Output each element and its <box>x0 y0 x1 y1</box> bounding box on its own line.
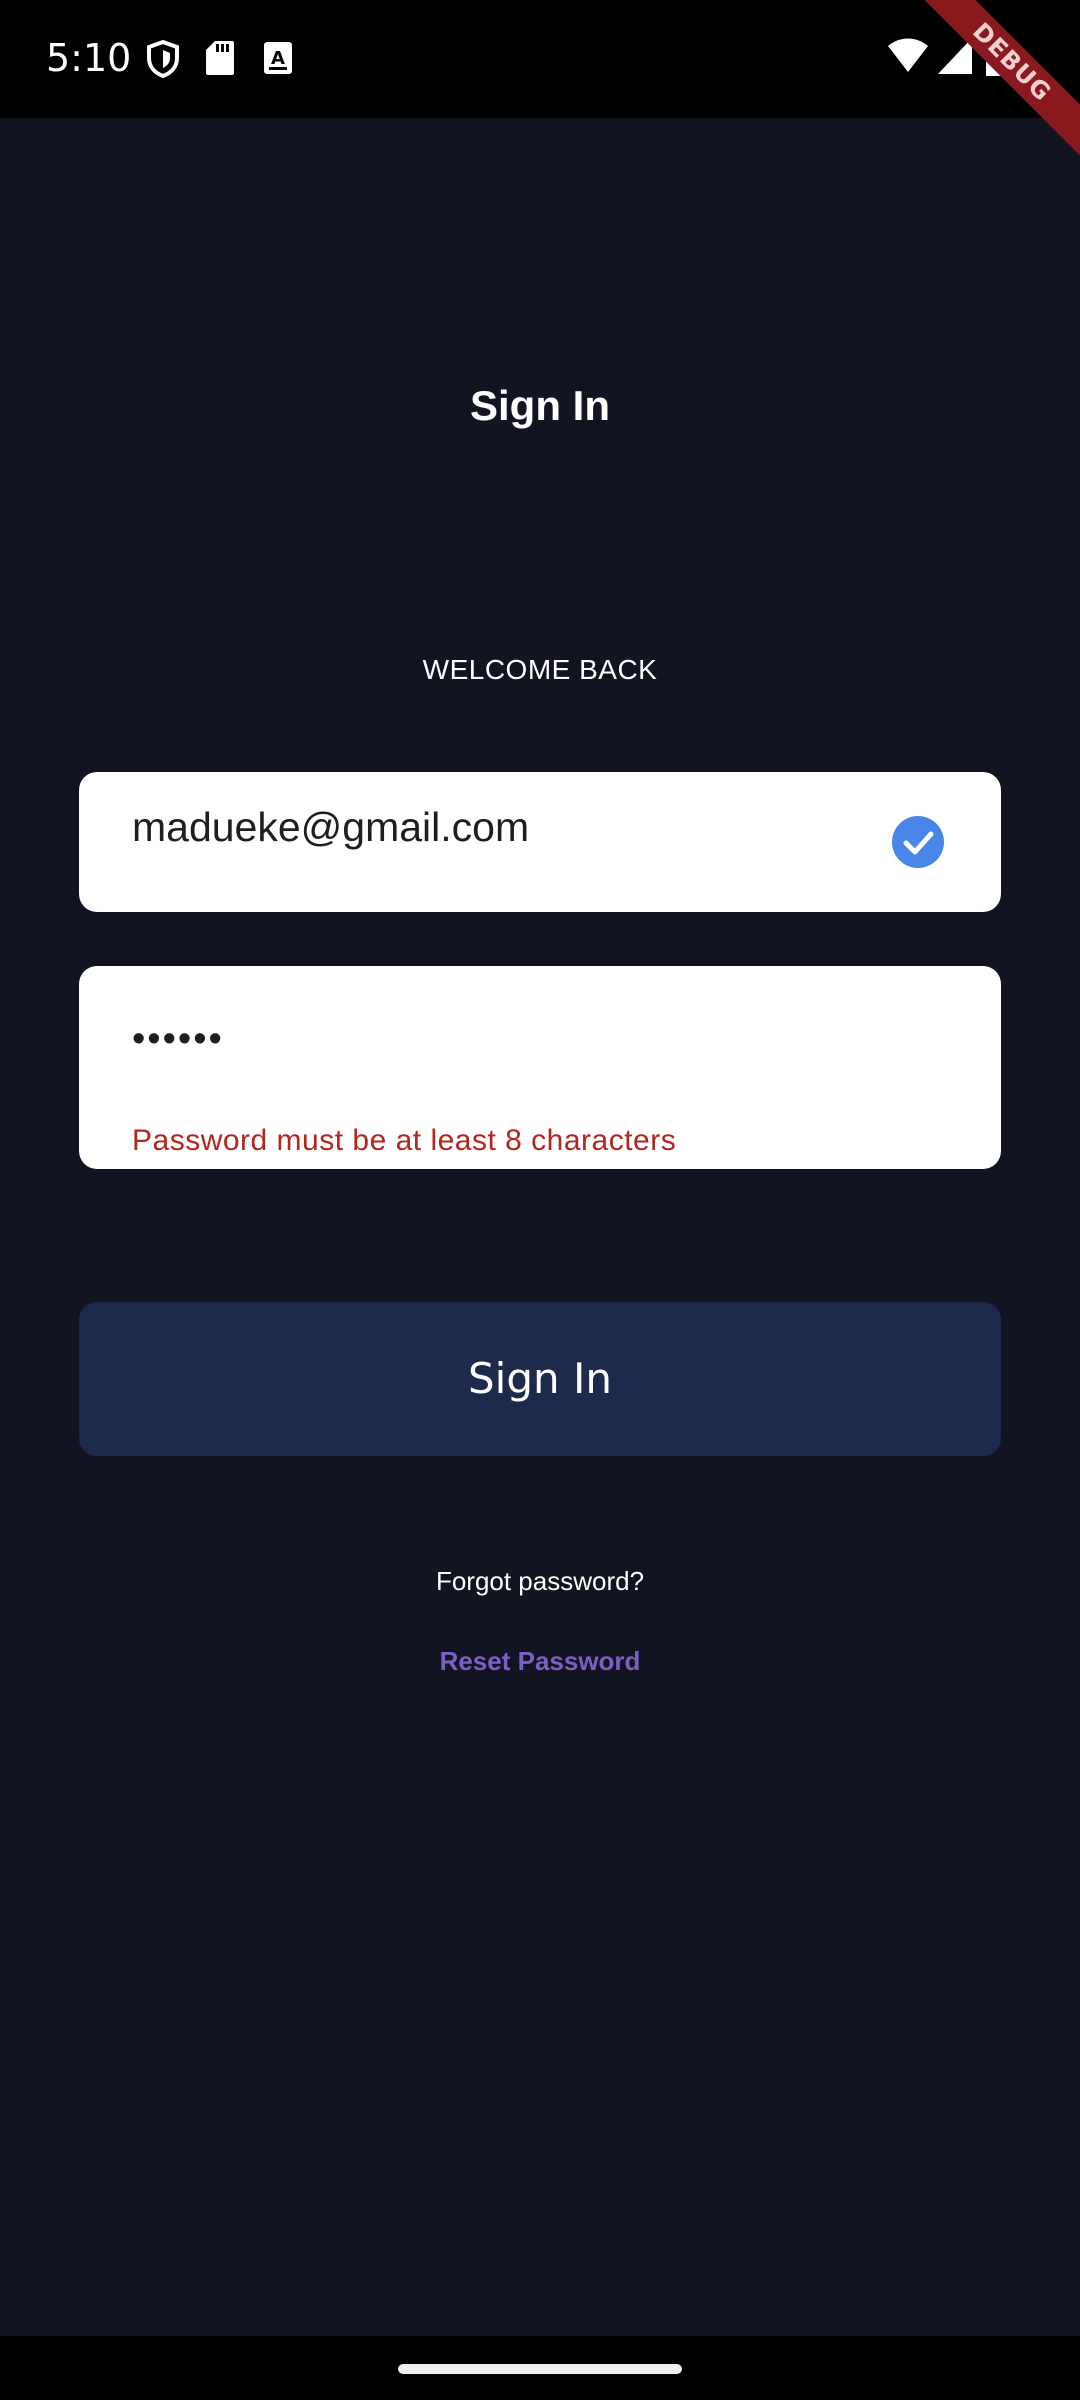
navigation-bar <box>0 2336 1080 2400</box>
password-value[interactable]: •••••• <box>132 1018 224 1061</box>
forgot-password-text: Forgot password? <box>435 1566 645 1596</box>
welcome-text: WELCOME BACK <box>422 654 658 685</box>
check-circle-icon <box>892 816 944 868</box>
sign-in-screen: 5:10 A DEBUG Sign In WELCOME BACK maduek… <box>0 0 1080 2400</box>
a-box-icon: A <box>264 42 292 74</box>
debug-banner-label: DEBUG <box>920 0 1080 160</box>
status-time: 5:10 <box>46 36 132 80</box>
password-field[interactable]: •••••• Password must be at least 8 chara… <box>79 966 1001 1169</box>
email-value[interactable]: madueke@gmail.com <box>132 804 529 851</box>
home-indicator[interactable] <box>398 2364 682 2374</box>
debug-banner: DEBUG <box>920 0 1080 160</box>
sd-card-icon <box>206 41 234 75</box>
status-bar: 5:10 A <box>0 0 1080 118</box>
page-title: Sign In <box>470 382 610 429</box>
svg-text:A: A <box>271 48 285 69</box>
sign-in-button[interactable]: Sign In <box>79 1302 1001 1456</box>
shield-icon <box>147 40 179 78</box>
reset-password-link[interactable]: Reset Password <box>0 1646 1080 1677</box>
email-field[interactable]: madueke@gmail.com <box>79 772 1001 912</box>
password-error-text: Password must be at least 8 characters <box>132 1124 677 1157</box>
